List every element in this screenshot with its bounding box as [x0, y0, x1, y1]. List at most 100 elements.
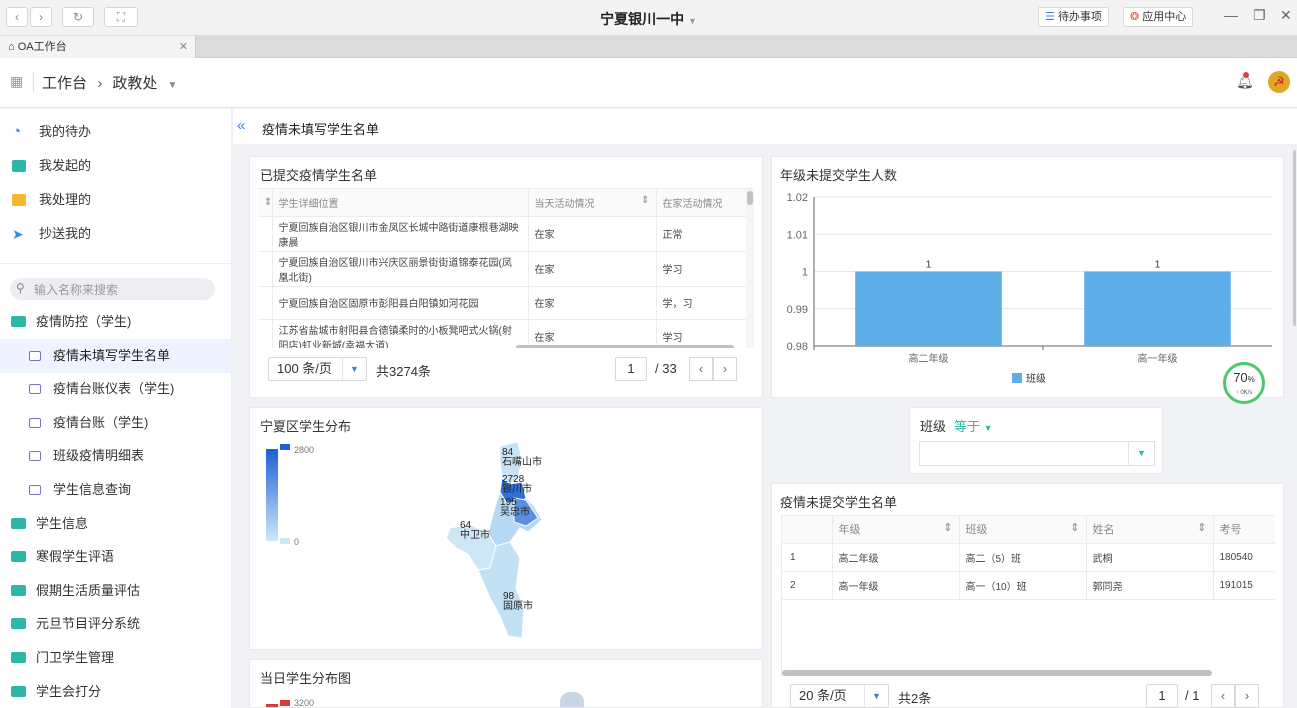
sidebar-item-folder[interactable]: 门卫学生管理: [0, 641, 232, 675]
sidebar-item-page[interactable]: 疫情台账（学生): [0, 406, 232, 440]
prev-page-button[interactable]: ‹: [1211, 684, 1235, 708]
daily-map-shape[interactable]: [560, 692, 584, 707]
table-row[interactable]: 宁夏回族自治区银川市金凤区长城中路街道康根巷湖映康晨 在家 正常: [258, 216, 747, 252]
page-title: 疫情未填写学生名单: [262, 122, 380, 137]
scale-handle-bottom[interactable]: [280, 538, 290, 544]
table-row[interactable]: 江苏省盐城市射阳县合德镇柔时的小板凳吧式火锅(射阳店)虹业新城(幸福大道) 在家学…: [258, 319, 747, 348]
sidebar-item-folder[interactable]: 疫情防控（学生): [0, 305, 232, 339]
sidebar-item-page[interactable]: 疫情台账仪表（学生): [0, 372, 232, 406]
page-icon: [29, 384, 41, 395]
filter-operator-select[interactable]: 等于 ▼: [954, 416, 993, 435]
double-chevron-left-icon[interactable]: «: [237, 117, 245, 134]
y-tick-label: 1.02: [787, 192, 808, 204]
sidebar-item-folder[interactable]: 寒假学生评语: [0, 540, 232, 574]
sidebar-item-folder[interactable]: 学生信息: [0, 507, 232, 541]
table-row[interactable]: 1 高二年级 高二（5）班 武桐 180540: [782, 543, 1275, 572]
sidebar-item-label: 疫情台账仪表（学生): [53, 381, 175, 397]
apps-grid-icon[interactable]: ▦: [10, 73, 23, 90]
scale-handle-top[interactable]: [280, 700, 290, 706]
table-cell: 郭同尧: [1086, 571, 1214, 600]
region-label: 84 石嘴山市: [502, 448, 542, 468]
minimize-button[interactable]: —: [1224, 7, 1238, 23]
column-header[interactable]: 当天活动情况 ⇕: [528, 189, 657, 217]
todo-button[interactable]: ☰ 待办事项: [1038, 7, 1109, 27]
prev-page-button[interactable]: ‹: [689, 357, 713, 381]
x-tick-label: 高二年级: [909, 352, 949, 365]
task-icon: [12, 194, 26, 206]
page-number-input[interactable]: 1: [615, 357, 647, 381]
grade-bar-chart: 0.98 0.99 1 1.01 1.02 1 高二年级 1 高一年级班级: [787, 192, 1272, 385]
sidebar-item-initiated[interactable]: 我发起的: [0, 149, 232, 183]
caret-down-icon[interactable]: ▼: [168, 80, 178, 91]
todo-icon: ☰: [1045, 11, 1055, 23]
close-tab-icon[interactable]: ✕: [179, 36, 188, 58]
caret-down-icon: ▼: [983, 423, 993, 433]
page-number-input[interactable]: 1: [1146, 684, 1178, 708]
table-row[interactable]: 2 高一年级 高一（10）班 郭同尧 191015: [782, 571, 1275, 600]
folder-icon: [11, 517, 26, 529]
sidebar-item-page[interactable]: 疫情未填写学生名单: [0, 338, 232, 373]
column-header[interactable]: 在家活动情况: [656, 189, 747, 217]
horizontal-scrollbar[interactable]: [516, 345, 734, 348]
total-count: 共2条: [898, 691, 932, 706]
legend-label[interactable]: 班级: [1026, 373, 1046, 385]
table-row[interactable]: 宁夏回族自治区固原市彭阳县白阳镇如河花园 在家 学，习: [258, 286, 747, 320]
table-cell: 高二年级: [832, 543, 960, 572]
x-tick-label: 高一年级: [1138, 352, 1178, 365]
breadcrumb-current: 政教处: [112, 75, 158, 92]
region-label: 98 固原市: [503, 592, 533, 612]
column-header[interactable]: 年级 ⇕: [832, 516, 960, 544]
tab-oa-workbench[interactable]: ⌂ OA工作台 ✕: [0, 36, 196, 58]
sidebar-item-label: 门卫学生管理: [36, 650, 115, 665]
sidebar-item-label: 班级疫情明细表: [53, 448, 145, 464]
ningxia-map[interactable]: [430, 438, 590, 643]
column-header[interactable]: 姓名 ⇕: [1086, 516, 1214, 544]
page-size-select[interactable]: 20 条/页 ▼: [790, 684, 889, 708]
filter-panel: 班级 等于 ▼ ▼: [909, 407, 1163, 474]
filter-value-select[interactable]: ▼: [919, 441, 1155, 466]
sidebar-item-cc[interactable]: ➤ 抄送我的: [0, 217, 232, 251]
unsubmitted-table[interactable]: 年级 ⇕ 班级 ⇕ 姓名 ⇕ 考号 1 高二年级 高二（5）班 武桐 180540 2 高一年级高…: [781, 515, 1275, 676]
scale-handle-top[interactable]: [280, 444, 290, 450]
column-header[interactable]: 学生详细位置: [272, 189, 529, 217]
close-window-button[interactable]: ✕: [1280, 7, 1292, 24]
next-page-button[interactable]: ›: [1235, 684, 1259, 708]
sidebar-item-folder[interactable]: 假期生活质量评估: [0, 574, 232, 608]
sidebar-item-my-todo[interactable]: ◔ 我的待办: [0, 115, 232, 149]
bar[interactable]: [1084, 271, 1231, 347]
search-input[interactable]: ⚲ 输入名称来搜索: [10, 278, 215, 300]
scale-min-label: 0: [294, 537, 300, 547]
breadcrumb-root[interactable]: 工作台: [42, 75, 87, 92]
next-page-button[interactable]: ›: [713, 357, 737, 381]
card-title: 疫情未提交学生名单: [780, 495, 898, 510]
table-row[interactable]: 宁夏回族自治区银川市兴庆区丽景街街道锦泰花园(凤凰北街) 在家 学习: [258, 251, 747, 287]
column-header[interactable]: 考号: [1213, 516, 1275, 544]
column-header[interactable]: 班级 ⇕: [959, 516, 1087, 544]
table-cell: 高一（10）班: [959, 571, 1087, 600]
caret-down-icon: ▼: [687, 16, 697, 26]
sidebar-item-processed[interactable]: 我处理的: [0, 183, 232, 217]
sidebar-item-folder[interactable]: 元旦节目评分系统: [0, 607, 232, 641]
avatar[interactable]: ☭: [1268, 71, 1290, 93]
maximize-button[interactable]: ❐: [1253, 7, 1266, 24]
sort-icon[interactable]: ⇕: [258, 189, 273, 217]
horizontal-scrollbar[interactable]: [782, 670, 1212, 676]
vertical-scrollbar[interactable]: [746, 189, 754, 348]
app-center-button[interactable]: ❂ 应用中心: [1123, 7, 1194, 27]
title-bar: ‹ › ↻ ⛶ 宁夏银川一中 ▼ ☰ 待办事项 ❂ 应用中心 — ❐ ✕: [0, 0, 1297, 36]
submitted-table[interactable]: ⇕ 学生详细位置 当天活动情况 ⇕ 在家活动情况 宁夏回族自治区银川市金凤区长城中…: [258, 188, 754, 348]
bar[interactable]: [855, 271, 1002, 347]
sidebar-item-label: 学生会打分: [36, 683, 102, 699]
data-label: 1: [926, 260, 932, 271]
sidebar-item-page[interactable]: 班级疫情明细表: [0, 439, 232, 473]
folder-icon: [11, 316, 26, 327]
legend-swatch[interactable]: [1012, 373, 1022, 383]
page-scrollbar[interactable]: [1293, 150, 1296, 326]
sidebar-item-folder[interactable]: 学生会打分: [0, 675, 232, 708]
sidebar-item-page[interactable]: 学生信息查询: [0, 473, 232, 507]
page-size-select[interactable]: 100 条/页 ▼: [268, 357, 367, 381]
table-cell: 宁夏回族自治区固原市彭阳县白阳镇如河花园: [272, 286, 529, 320]
bell-icon[interactable]: 🔔︎: [1236, 72, 1254, 90]
clock-icon: ◔: [12, 123, 22, 140]
table-cell: 学习: [656, 319, 747, 348]
